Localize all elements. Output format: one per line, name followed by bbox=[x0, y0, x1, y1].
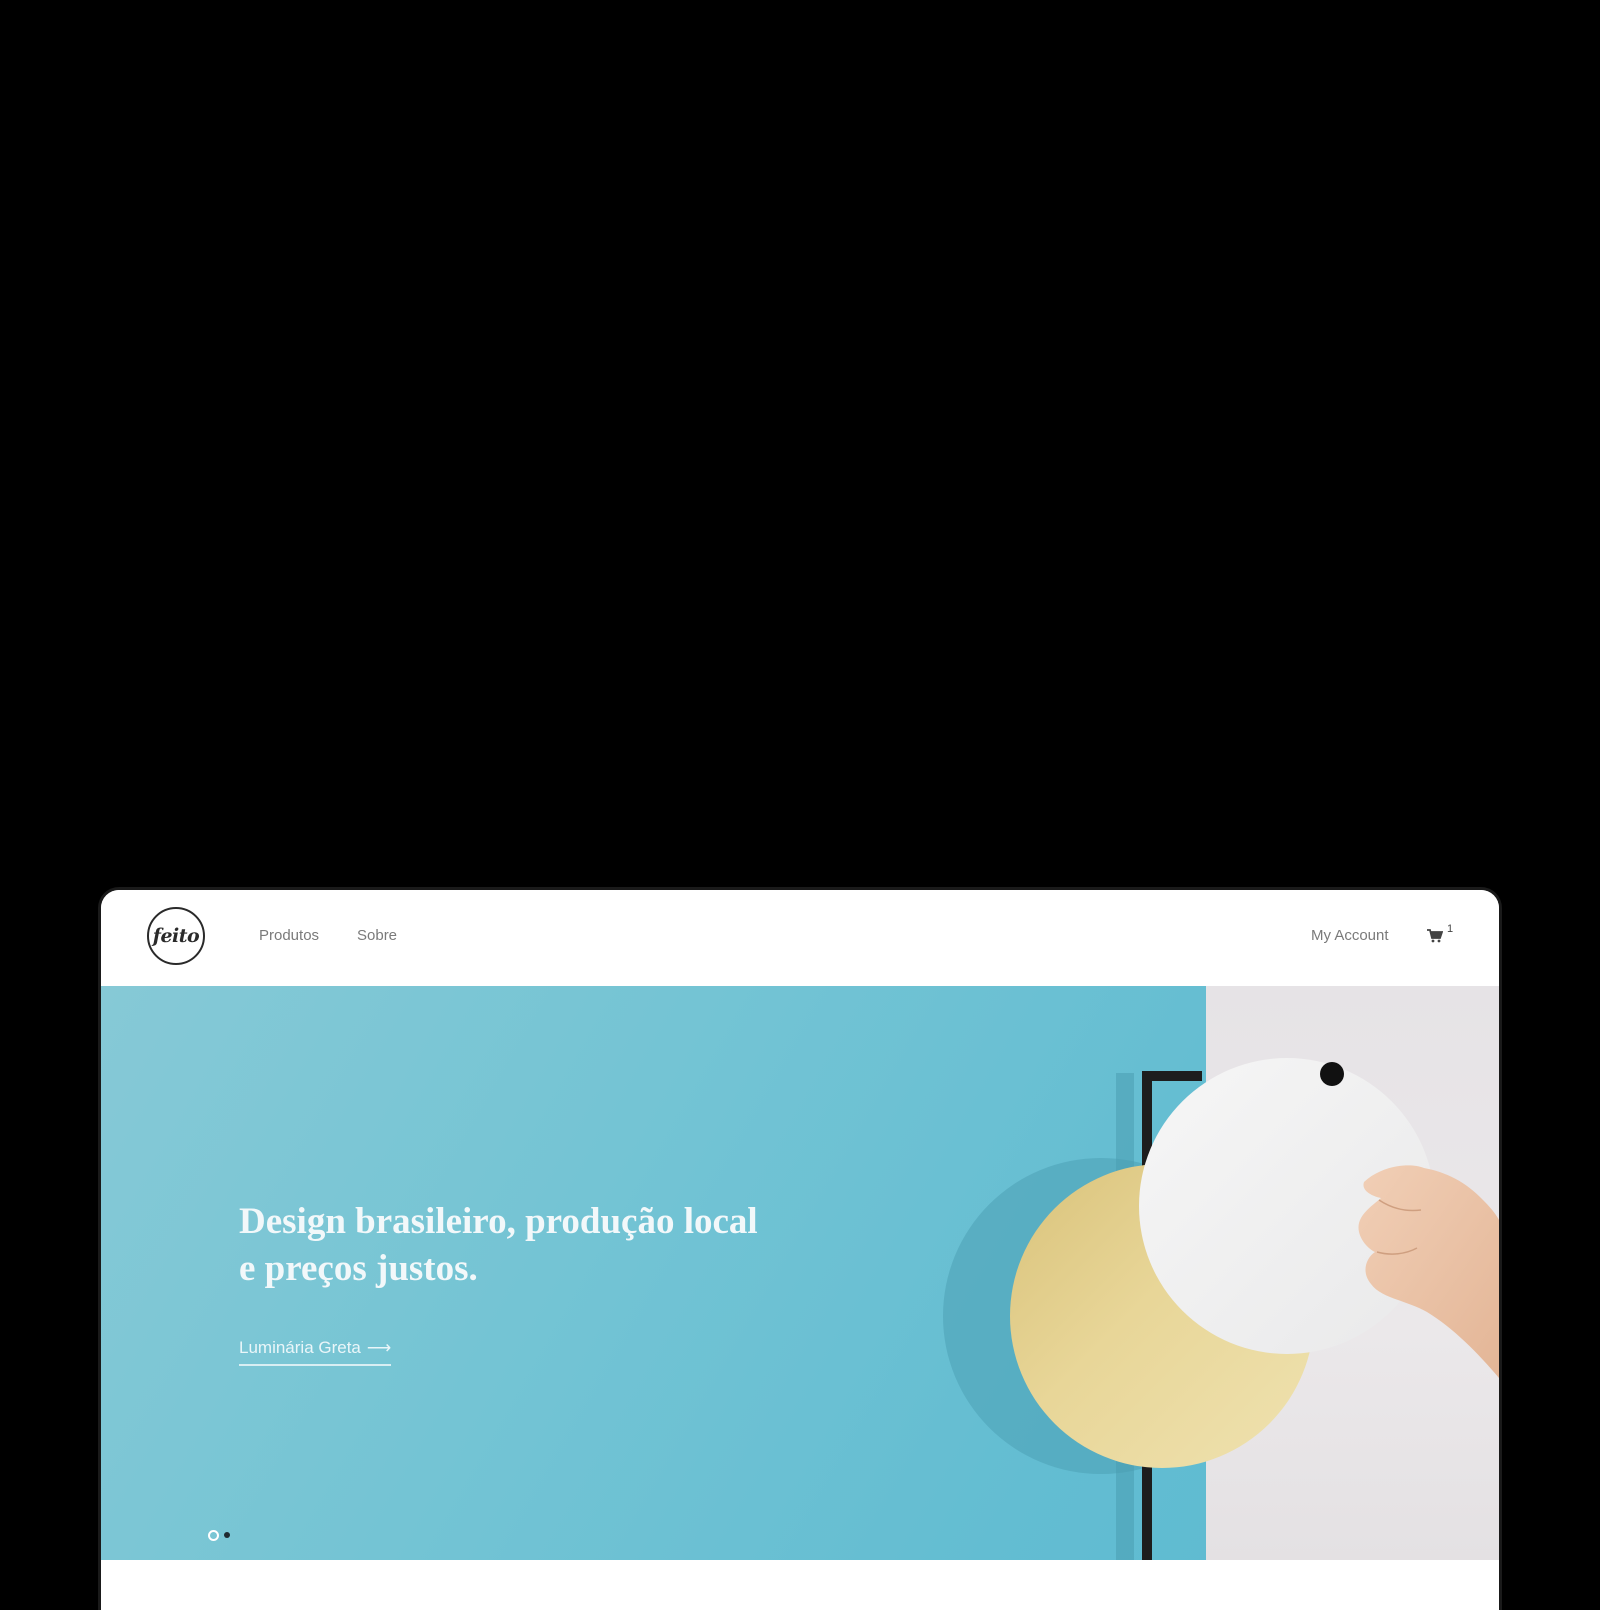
slider-dot-2[interactable] bbox=[224, 1532, 230, 1538]
logo-text: feito bbox=[152, 925, 200, 947]
nav-produtos-link[interactable]: Produtos bbox=[259, 927, 319, 944]
hero-cta-label: Luminária Greta bbox=[239, 1338, 361, 1357]
arrow-right-icon: ⟶ bbox=[366, 1338, 392, 1357]
hero-banner: Design brasileiro, produção local e preç… bbox=[101, 986, 1499, 1560]
hero-title-line-2: e preços justos. bbox=[239, 1248, 478, 1289]
my-account-link[interactable]: My Account bbox=[1311, 927, 1389, 944]
cart-icon bbox=[1427, 929, 1443, 943]
cart-button[interactable]: 1 bbox=[1427, 923, 1457, 949]
hero-title-line-1: Design brasileiro, produção local bbox=[239, 1201, 758, 1242]
site-header: feito Produtos Sobre My Account 1 bbox=[101, 890, 1499, 986]
hero-title: Design brasileiro, produção local e preç… bbox=[239, 1198, 839, 1292]
slider-pagination bbox=[208, 1528, 248, 1542]
lamp-product-image bbox=[943, 1058, 1499, 1560]
hero-cta-link[interactable]: Luminária Greta ⟶ bbox=[239, 1338, 392, 1366]
site-logo[interactable]: feito bbox=[147, 907, 205, 965]
cart-count-badge: 1 bbox=[1447, 923, 1454, 935]
browser-window: feito Produtos Sobre My Account 1 Design… bbox=[101, 890, 1499, 1610]
slider-dot-1[interactable] bbox=[208, 1530, 219, 1541]
nav-sobre-link[interactable]: Sobre bbox=[357, 927, 397, 944]
